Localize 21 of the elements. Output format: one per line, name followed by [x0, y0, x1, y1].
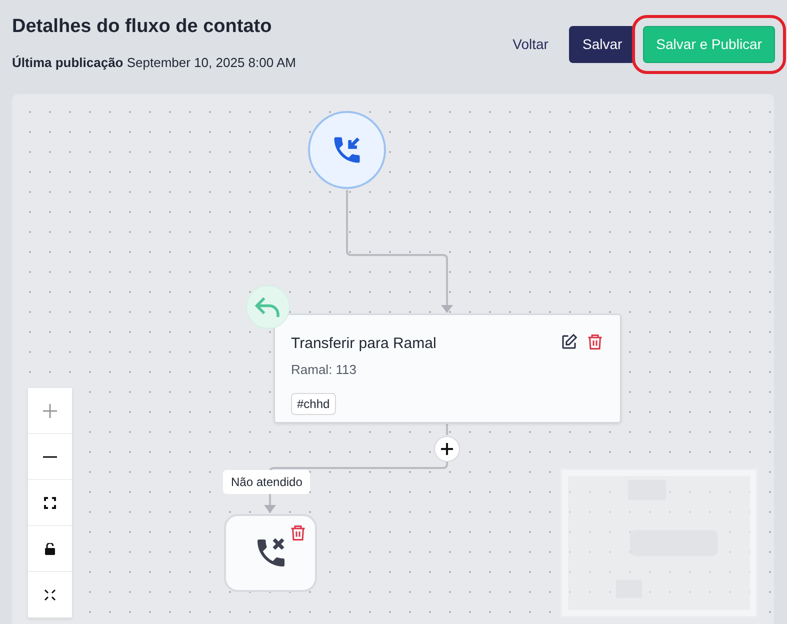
edit-icon[interactable]: [560, 333, 578, 351]
delete-icon[interactable]: [586, 333, 604, 351]
card-subtitle: Ramal: 113: [291, 360, 358, 378]
unlock-icon: [45, 542, 55, 554]
edge-label: Não atendido: [223, 470, 310, 494]
fit-view-icon: [44, 496, 56, 508]
tag: #chhd: [291, 393, 336, 415]
minus-icon: [43, 456, 57, 458]
end-call-node[interactable]: [224, 514, 317, 592]
collapse-icon: [44, 588, 56, 600]
plus-icon: [440, 442, 454, 456]
plus-icon: [43, 404, 57, 418]
card-title: Transferir para Ramal: [291, 334, 436, 354]
action-card[interactable]: Transferir para Ramal Ramal: 113 #chhd: [274, 314, 621, 423]
page-title: Detalhes do fluxo de contato: [12, 16, 273, 39]
add-node-button[interactable]: [434, 436, 460, 462]
lock-button[interactable]: [28, 526, 72, 572]
back-link[interactable]: Voltar: [500, 26, 562, 63]
delete-icon[interactable]: [289, 524, 307, 542]
fit-view-button[interactable]: [28, 480, 72, 526]
last-published-text: Última publicação September 10, 2025 8:00 AM: [12, 54, 296, 72]
